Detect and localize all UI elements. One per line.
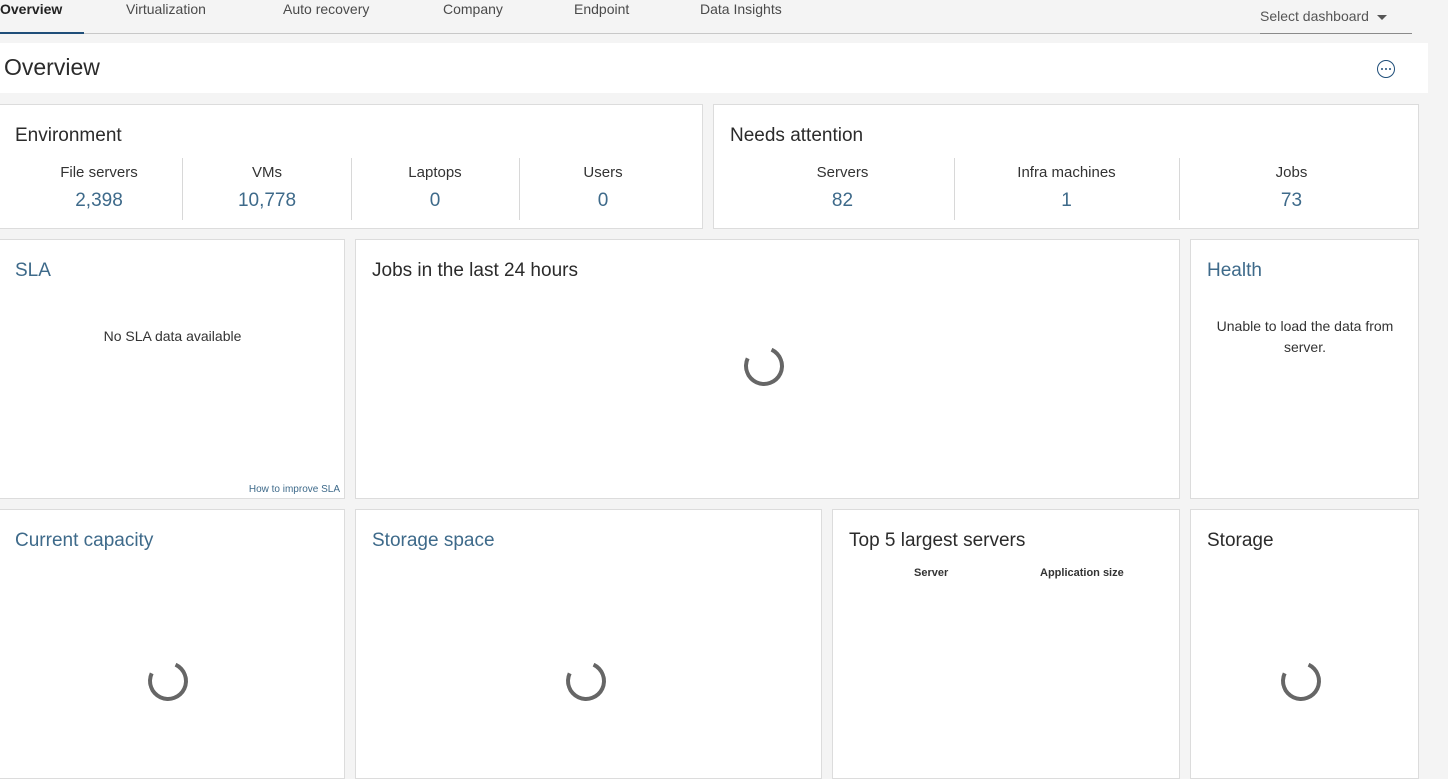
page-title: Overview (4, 54, 100, 80)
metric-value[interactable]: 0 (351, 190, 519, 212)
tab-company[interactable]: Company (443, 0, 503, 33)
top-5-largest-servers-card: Top 5 largest servers Server Application… (832, 509, 1180, 779)
column-header-server[interactable]: Server (914, 567, 948, 579)
tab-overview[interactable]: Overview (0, 0, 85, 34)
metric-servers: Servers 82 (730, 164, 955, 212)
storage-space-title[interactable]: Storage space (372, 530, 495, 552)
top-5-title: Top 5 largest servers (849, 530, 1026, 551)
metric-file-servers: File servers 2,398 (0, 164, 199, 212)
metric-label: Users (583, 164, 623, 181)
environment-card: Environment File servers 2,398 VMs 10,77… (0, 104, 703, 229)
metric-label: File servers (60, 164, 138, 181)
jobs-24h-title: Jobs in the last 24 hours (372, 260, 578, 281)
sla-title[interactable]: SLA (15, 260, 51, 282)
storage-space-card: Storage space (355, 509, 822, 779)
metric-value[interactable]: 1 (954, 190, 1179, 212)
metric-laptops: Laptops 0 (351, 164, 519, 212)
current-capacity-card: Current capacity (0, 509, 345, 779)
metric-label: Servers (816, 164, 869, 181)
metric-value[interactable]: 73 (1179, 190, 1404, 212)
sla-card: SLA No SLA data available How to improve… (0, 239, 345, 499)
metric-value[interactable]: 0 (519, 190, 687, 212)
health-card: Health Unable to load the data from serv… (1190, 239, 1419, 499)
metric-jobs: Jobs 73 (1179, 164, 1404, 212)
column-header-application-size[interactable]: Application size (1040, 567, 1124, 579)
loading-spinner-icon (142, 655, 194, 707)
storage-card: Storage (1190, 509, 1419, 779)
loading-spinner-icon (738, 340, 790, 392)
metric-value[interactable]: 10,778 (183, 190, 351, 212)
storage-title: Storage (1207, 530, 1274, 551)
needs-attention-title: Needs attention (730, 125, 864, 146)
tab-virtualization[interactable]: Virtualization (126, 0, 206, 33)
metric-value[interactable]: 82 (730, 190, 955, 212)
environment-title: Environment (15, 125, 122, 146)
tab-endpoint[interactable]: Endpoint (574, 0, 629, 33)
metric-vms: VMs 10,778 (183, 164, 351, 212)
health-error-message: Unable to load the data from server. (1216, 318, 1394, 355)
metric-users: Users 0 (519, 164, 687, 212)
current-capacity-title[interactable]: Current capacity (15, 530, 153, 552)
health-title[interactable]: Health (1207, 260, 1262, 282)
metric-label: VMs (252, 164, 282, 181)
metric-label: Infra machines (1017, 164, 1116, 181)
metric-value[interactable]: 2,398 (0, 190, 199, 212)
metric-label: Jobs (1275, 164, 1308, 181)
page-header (0, 43, 1428, 93)
select-dashboard-dropdown[interactable]: Select dashboard (1260, 8, 1387, 24)
select-dashboard-placeholder: Select dashboard (1260, 8, 1369, 24)
metric-infra-machines: Infra machines 1 (954, 164, 1179, 212)
needs-attention-card: Needs attention Servers 82 Infra machine… (713, 104, 1419, 229)
dashboard-tab-bar: Overview Virtualization Auto recovery Co… (0, 0, 1412, 34)
sla-empty-message: No SLA data available (103, 328, 242, 344)
tab-auto-recovery[interactable]: Auto recovery (283, 0, 369, 33)
chevron-down-icon (1376, 14, 1387, 20)
more-options-icon[interactable] (1377, 60, 1395, 78)
loading-spinner-icon (1275, 655, 1327, 707)
tab-data-insights[interactable]: Data Insights (700, 0, 782, 33)
jobs-24h-card: Jobs in the last 24 hours (355, 239, 1180, 499)
metric-label: Laptops (408, 164, 462, 181)
select-dashboard-underline (1260, 33, 1412, 34)
improve-sla-link[interactable]: How to improve SLA (249, 484, 340, 495)
loading-spinner-icon (560, 655, 612, 707)
